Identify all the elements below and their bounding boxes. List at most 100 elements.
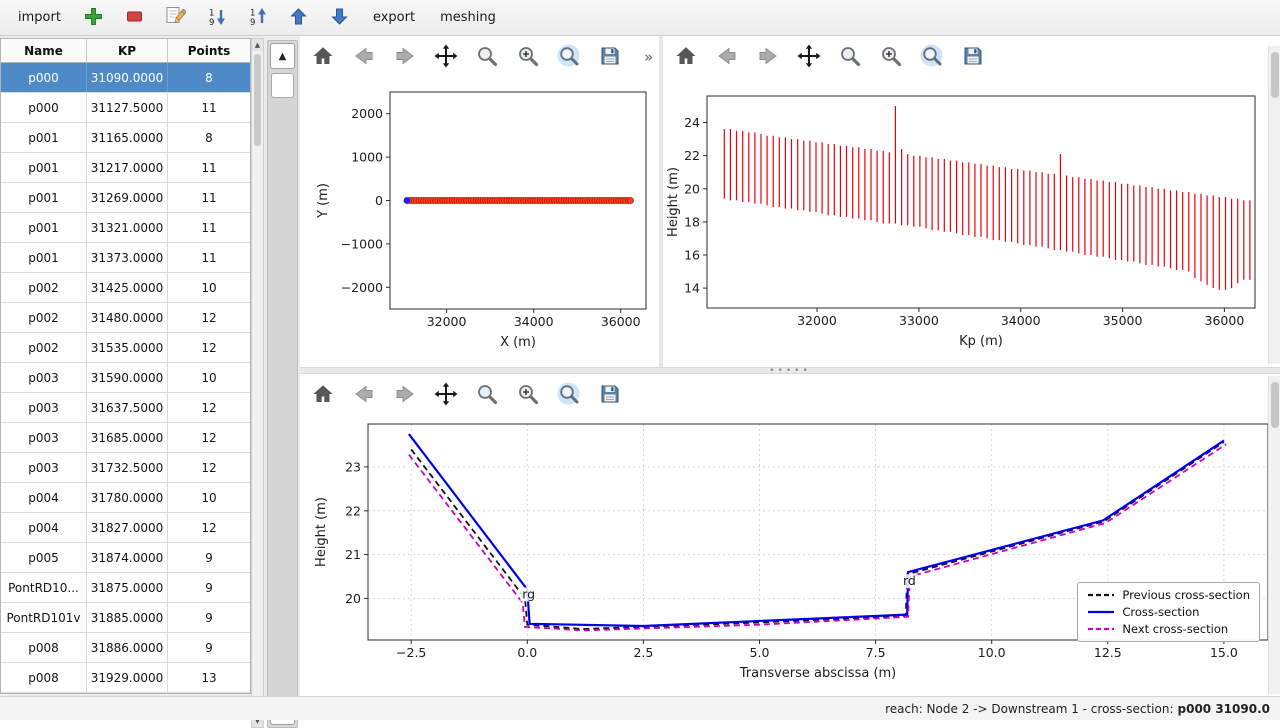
sort-descending-button[interactable]: 19	[205, 6, 229, 30]
mpl-home-button[interactable]	[310, 44, 336, 70]
table-row[interactable]: p00131269.000011	[1, 183, 250, 213]
main-toolbar: import 19 19 export meshing	[0, 0, 1280, 36]
cell-points: 9	[168, 603, 250, 632]
longitudinal-scrollbar[interactable]	[1268, 46, 1280, 364]
edit-pencil-icon	[165, 6, 186, 29]
table-row[interactable]: p00331637.500012	[1, 393, 250, 423]
move-down-button[interactable]	[328, 6, 352, 30]
table-row[interactable]: PontRD10...31875.00009	[1, 573, 250, 603]
panel-scrollbar[interactable]: ▲ ▼	[267, 40, 298, 728]
cross-section-panel: −2.50.02.55.07.510.012.515.020212223Tran…	[300, 374, 1280, 696]
column-header-points[interactable]: Points	[168, 39, 250, 62]
svg-text:35000: 35000	[1103, 313, 1143, 328]
longitudinal-profile-chart[interactable]: 3200033000340003500036000141618202224Kp …	[665, 76, 1265, 364]
mpl-forward-button[interactable]	[392, 382, 418, 408]
cross-section-scrollbar[interactable]	[1268, 376, 1280, 694]
mpl-home-button[interactable]	[310, 382, 336, 408]
panel-scrollbar-thumb[interactable]	[271, 73, 294, 98]
cell-kp: 31321.0000	[87, 213, 168, 242]
mpl-save-button[interactable]	[960, 44, 986, 70]
mpl-zoom-fit-button[interactable]	[919, 44, 945, 70]
table-row[interactable]: p00231535.000012	[1, 333, 250, 363]
longitudinal-profile-panel: 3200033000340003500036000141618202224Kp …	[663, 36, 1280, 367]
cross-section-chart[interactable]: −2.50.02.55.07.510.012.515.020212223Tran…	[302, 408, 1278, 692]
export-button[interactable]: export	[369, 7, 419, 28]
svg-text:22: 22	[345, 503, 361, 518]
mpl-zoom-in-button[interactable]	[878, 44, 904, 70]
svg-text:34000: 34000	[1001, 313, 1041, 328]
status-text: reach: Node 2 -> Downstream 1 - cross-se…	[885, 702, 1173, 716]
longitudinal-scrollbar-thumb[interactable]	[1271, 52, 1279, 98]
legend-item: Previous cross-section	[1087, 588, 1250, 602]
home-icon	[674, 44, 698, 71]
mpl-pan-button[interactable]	[433, 382, 459, 408]
table-row[interactable]: p00431827.000012	[1, 513, 250, 543]
mpl-forward-button[interactable]	[392, 44, 418, 70]
mpl-back-button[interactable]	[351, 44, 377, 70]
cell-kp: 31874.0000	[87, 543, 168, 572]
mpl-pan-button[interactable]	[433, 44, 459, 70]
toolbar-overflow-chevron[interactable]: »	[644, 48, 653, 66]
cell-points: 8	[168, 123, 250, 152]
mpl-zoom-fit-button[interactable]	[556, 44, 582, 70]
sort-ascending-button[interactable]: 19	[246, 6, 270, 30]
delete-button[interactable]	[123, 6, 147, 30]
mpl-zoom-button[interactable]	[474, 382, 500, 408]
svg-text:22: 22	[684, 148, 700, 163]
mpl-back-button[interactable]	[351, 382, 377, 408]
mpl-zoom-in-button[interactable]	[515, 44, 541, 70]
meshing-button[interactable]: meshing	[436, 7, 500, 28]
table-row[interactable]: p00331590.000010	[1, 363, 250, 393]
table-row[interactable]: PontRD101v31885.00009	[1, 603, 250, 633]
horizontal-splitter[interactable]: •••••	[300, 367, 1280, 374]
table-row[interactable]: p00231480.000012	[1, 303, 250, 333]
svg-text:36000: 36000	[601, 314, 641, 329]
table-row[interactable]: p00331685.000012	[1, 423, 250, 453]
table-row[interactable]: p00031127.500011	[1, 93, 250, 123]
table-row[interactable]: p00831929.000013	[1, 663, 250, 693]
zoom-in-icon	[879, 44, 903, 71]
table-row[interactable]: p00131373.000011	[1, 243, 250, 273]
mpl-save-button[interactable]	[597, 382, 623, 408]
mpl-forward-button[interactable]	[755, 44, 781, 70]
mpl-save-button[interactable]	[597, 44, 623, 70]
table-row[interactable]: p00131321.000011	[1, 213, 250, 243]
mpl-zoom-button[interactable]	[837, 44, 863, 70]
table-row[interactable]: p00031090.00008	[1, 63, 250, 93]
svg-text:Transverse abscissa (m): Transverse abscissa (m)	[739, 666, 897, 681]
table-row[interactable]: p00231425.000010	[1, 273, 250, 303]
table-row[interactable]: p00831886.00009	[1, 633, 250, 663]
plan-view-chart[interactable]: 320003400036000200010000−1000−2000X (m)Y…	[302, 76, 654, 364]
cross-section-scrollbar-thumb[interactable]	[1271, 382, 1279, 428]
mpl-zoom-fit-button[interactable]	[556, 382, 582, 408]
move-up-button[interactable]	[287, 6, 311, 30]
table-row[interactable]: p00131217.000011	[1, 153, 250, 183]
panel-scroll-up-button[interactable]: ▲	[270, 43, 295, 69]
scrollbar-up-arrow-icon[interactable]: ▲	[252, 39, 263, 51]
cell-points: 10	[168, 273, 250, 302]
import-button[interactable]: import	[14, 7, 65, 28]
mpl-zoom-in-button[interactable]	[515, 382, 541, 408]
table-row[interactable]: p00131165.00008	[1, 123, 250, 153]
column-header-kp[interactable]: KP	[87, 39, 168, 62]
mpl-pan-button[interactable]	[796, 44, 822, 70]
table-scrollbar[interactable]: ▲ ▼	[251, 38, 264, 728]
column-header-name[interactable]: Name	[1, 39, 87, 62]
edit-button[interactable]	[164, 6, 188, 30]
mpl-home-button[interactable]	[673, 44, 699, 70]
table-row[interactable]: p00431780.000010	[1, 483, 250, 513]
svg-text:9: 9	[250, 18, 255, 26]
cell-kp: 31886.0000	[87, 633, 168, 662]
add-button[interactable]	[82, 6, 106, 30]
svg-text:23: 23	[345, 459, 361, 474]
legend-line-sample-icon	[1087, 624, 1115, 634]
svg-text:15.0: 15.0	[1210, 645, 1238, 660]
svg-text:1000: 1000	[351, 150, 383, 165]
mpl-back-button[interactable]	[714, 44, 740, 70]
table-scrollbar-thumb[interactable]	[254, 54, 261, 146]
table-row[interactable]: p00331732.500012	[1, 453, 250, 483]
sort-descending-icon: 19	[207, 7, 227, 29]
table-row[interactable]: p00531874.00009	[1, 543, 250, 573]
mpl-zoom-button[interactable]	[474, 44, 500, 70]
home-icon	[311, 44, 335, 71]
